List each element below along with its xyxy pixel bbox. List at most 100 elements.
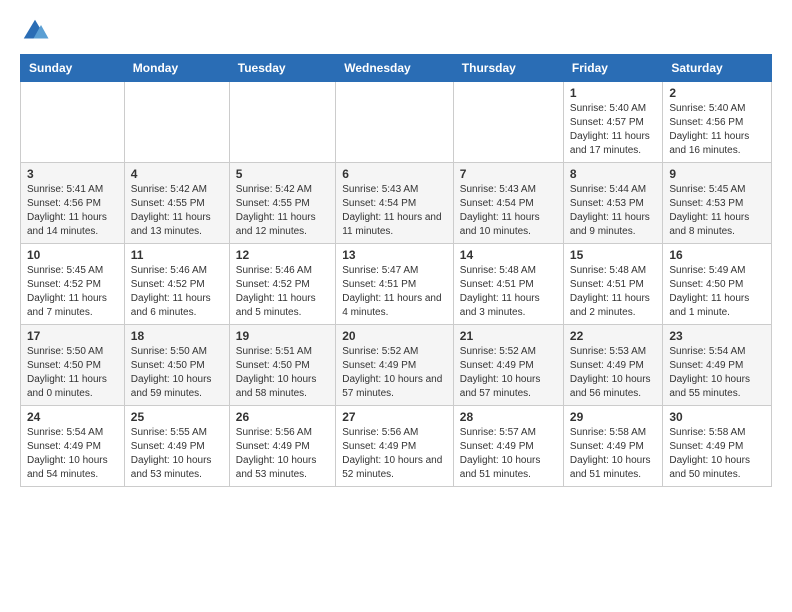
- day-number: 22: [570, 329, 656, 343]
- day-info: Sunrise: 5:45 AM Sunset: 4:52 PM Dayligh…: [27, 264, 118, 320]
- day-info: Sunrise: 5:55 AM Sunset: 4:49 PM Dayligh…: [131, 426, 223, 482]
- day-number: 26: [236, 410, 329, 424]
- day-info: Sunrise: 5:54 AM Sunset: 4:49 PM Dayligh…: [669, 345, 765, 401]
- day-number: 20: [342, 329, 447, 343]
- weekday-header-saturday: Saturday: [663, 55, 772, 82]
- day-info: Sunrise: 5:49 AM Sunset: 4:50 PM Dayligh…: [669, 264, 765, 320]
- day-info: Sunrise: 5:51 AM Sunset: 4:50 PM Dayligh…: [236, 345, 329, 401]
- day-info: Sunrise: 5:42 AM Sunset: 4:55 PM Dayligh…: [236, 183, 329, 239]
- day-info: Sunrise: 5:40 AM Sunset: 4:56 PM Dayligh…: [669, 102, 765, 158]
- day-number: 25: [131, 410, 223, 424]
- day-number: 2: [669, 86, 765, 100]
- calendar-cell: 14Sunrise: 5:48 AM Sunset: 4:51 PM Dayli…: [453, 244, 563, 325]
- day-info: Sunrise: 5:43 AM Sunset: 4:54 PM Dayligh…: [460, 183, 557, 239]
- day-number: 18: [131, 329, 223, 343]
- day-info: Sunrise: 5:54 AM Sunset: 4:49 PM Dayligh…: [27, 426, 118, 482]
- day-info: Sunrise: 5:52 AM Sunset: 4:49 PM Dayligh…: [460, 345, 557, 401]
- day-number: 9: [669, 167, 765, 181]
- calendar-week-row: 1 Sunrise: 5:40 AM Sunset: 4:57 PM Daylig…: [21, 82, 772, 163]
- day-number: 3: [27, 167, 118, 181]
- day-number: 17: [27, 329, 118, 343]
- calendar-cell: 1 Sunrise: 5:40 AM Sunset: 4:57 PM Daylig…: [563, 82, 662, 163]
- calendar-cell: 30 Sunrise: 5:58 AM Sunset: 4:49 PM Dayli…: [663, 406, 772, 487]
- day-info: Sunrise: 5:56 AM Sunset: 4:49 PM Dayligh…: [342, 426, 447, 482]
- day-info: Sunrise: 5:53 AM Sunset: 4:49 PM Dayligh…: [570, 345, 656, 401]
- calendar-cell: 2 Sunrise: 5:40 AM Sunset: 4:56 PM Daylig…: [663, 82, 772, 163]
- day-number: 19: [236, 329, 329, 343]
- logo-icon: [20, 16, 50, 46]
- day-info: Sunrise: 5:52 AM Sunset: 4:49 PM Dayligh…: [342, 345, 447, 401]
- calendar-cell: 10 Sunrise: 5:45 AM Sunset: 4:52 PM Dayli…: [21, 244, 125, 325]
- calendar-week-row: 3 Sunrise: 5:41 AM Sunset: 4:56 PM Daylig…: [21, 163, 772, 244]
- day-number: 12: [236, 248, 329, 262]
- calendar-cell: [453, 82, 563, 163]
- calendar-cell: 12 Sunrise: 5:46 AM Sunset: 4:52 PM Dayli…: [229, 244, 335, 325]
- day-number: 28: [460, 410, 557, 424]
- day-info: Sunrise: 5:48 AM Sunset: 4:51 PM Dayligh…: [570, 264, 656, 320]
- day-info: Sunrise: 5:46 AM Sunset: 4:52 PM Dayligh…: [236, 264, 329, 320]
- calendar-week-row: 17 Sunrise: 5:50 AM Sunset: 4:50 PM Dayli…: [21, 325, 772, 406]
- calendar-cell: [21, 82, 125, 163]
- calendar-cell: 24Sunrise: 5:54 AM Sunset: 4:49 PM Dayli…: [21, 406, 125, 487]
- calendar-cell: [124, 82, 229, 163]
- calendar-cell: 18 Sunrise: 5:50 AM Sunset: 4:50 PM Dayli…: [124, 325, 229, 406]
- day-info: Sunrise: 5:47 AM Sunset: 4:51 PM Dayligh…: [342, 264, 447, 320]
- calendar-cell: [336, 82, 454, 163]
- calendar-cell: 7 Sunrise: 5:43 AM Sunset: 4:54 PM Daylig…: [453, 163, 563, 244]
- day-info: Sunrise: 5:56 AM Sunset: 4:49 PM Dayligh…: [236, 426, 329, 482]
- day-info: Sunrise: 5:44 AM Sunset: 4:53 PM Dayligh…: [570, 183, 656, 239]
- calendar-cell: 6 Sunrise: 5:43 AM Sunset: 4:54 PM Daylig…: [336, 163, 454, 244]
- calendar-cell: [229, 82, 335, 163]
- day-number: 4: [131, 167, 223, 181]
- day-number: 6: [342, 167, 447, 181]
- calendar-cell: 28 Sunrise: 5:57 AM Sunset: 4:49 PM Dayli…: [453, 406, 563, 487]
- day-info: Sunrise: 5:50 AM Sunset: 4:50 PM Dayligh…: [131, 345, 223, 401]
- day-number: 10: [27, 248, 118, 262]
- day-info: Sunrise: 5:41 AM Sunset: 4:56 PM Dayligh…: [27, 183, 118, 239]
- calendar-cell: 11Sunrise: 5:46 AM Sunset: 4:52 PM Dayli…: [124, 244, 229, 325]
- calendar-cell: 29 Sunrise: 5:58 AM Sunset: 4:49 PM Dayli…: [563, 406, 662, 487]
- calendar-cell: 23 Sunrise: 5:54 AM Sunset: 4:49 PM Dayli…: [663, 325, 772, 406]
- calendar-cell: 20 Sunrise: 5:52 AM Sunset: 4:49 PM Dayli…: [336, 325, 454, 406]
- weekday-header-thursday: Thursday: [453, 55, 563, 82]
- calendar-cell: 9 Sunrise: 5:45 AM Sunset: 4:53 PM Daylig…: [663, 163, 772, 244]
- calendar-cell: 21Sunrise: 5:52 AM Sunset: 4:49 PM Dayli…: [453, 325, 563, 406]
- weekday-header-tuesday: Tuesday: [229, 55, 335, 82]
- calendar-cell: 4 Sunrise: 5:42 AM Sunset: 4:55 PM Daylig…: [124, 163, 229, 244]
- weekday-header-friday: Friday: [563, 55, 662, 82]
- day-info: Sunrise: 5:58 AM Sunset: 4:49 PM Dayligh…: [669, 426, 765, 482]
- day-info: Sunrise: 5:58 AM Sunset: 4:49 PM Dayligh…: [570, 426, 656, 482]
- day-info: Sunrise: 5:40 AM Sunset: 4:57 PM Dayligh…: [570, 102, 656, 158]
- day-number: 13: [342, 248, 447, 262]
- weekday-header-wednesday: Wednesday: [336, 55, 454, 82]
- day-number: 30: [669, 410, 765, 424]
- day-info: Sunrise: 5:50 AM Sunset: 4:50 PM Dayligh…: [27, 345, 118, 401]
- calendar-week-row: 24Sunrise: 5:54 AM Sunset: 4:49 PM Dayli…: [21, 406, 772, 487]
- calendar-cell: 3 Sunrise: 5:41 AM Sunset: 4:56 PM Daylig…: [21, 163, 125, 244]
- calendar-cell: 5 Sunrise: 5:42 AM Sunset: 4:55 PM Daylig…: [229, 163, 335, 244]
- weekday-header-row: SundayMondayTuesdayWednesdayThursdayFrid…: [21, 55, 772, 82]
- calendar-cell: 13 Sunrise: 5:47 AM Sunset: 4:51 PM Dayli…: [336, 244, 454, 325]
- calendar-cell: 25 Sunrise: 5:55 AM Sunset: 4:49 PM Dayli…: [124, 406, 229, 487]
- day-number: 7: [460, 167, 557, 181]
- calendar-cell: 27 Sunrise: 5:56 AM Sunset: 4:49 PM Dayli…: [336, 406, 454, 487]
- day-number: 11: [131, 248, 223, 262]
- calendar-cell: 15 Sunrise: 5:48 AM Sunset: 4:51 PM Dayli…: [563, 244, 662, 325]
- calendar-cell: 22 Sunrise: 5:53 AM Sunset: 4:49 PM Dayli…: [563, 325, 662, 406]
- day-number: 27: [342, 410, 447, 424]
- calendar-cell: 8Sunrise: 5:44 AM Sunset: 4:53 PM Daylig…: [563, 163, 662, 244]
- day-number: 15: [570, 248, 656, 262]
- day-number: 23: [669, 329, 765, 343]
- logo: [20, 16, 54, 46]
- day-number: 1: [570, 86, 656, 100]
- weekday-header-sunday: Sunday: [21, 55, 125, 82]
- day-info: Sunrise: 5:43 AM Sunset: 4:54 PM Dayligh…: [342, 183, 447, 239]
- day-number: 5: [236, 167, 329, 181]
- day-info: Sunrise: 5:42 AM Sunset: 4:55 PM Dayligh…: [131, 183, 223, 239]
- day-number: 16: [669, 248, 765, 262]
- day-number: 29: [570, 410, 656, 424]
- day-info: Sunrise: 5:57 AM Sunset: 4:49 PM Dayligh…: [460, 426, 557, 482]
- calendar-cell: 17 Sunrise: 5:50 AM Sunset: 4:50 PM Dayli…: [21, 325, 125, 406]
- day-info: Sunrise: 5:45 AM Sunset: 4:53 PM Dayligh…: [669, 183, 765, 239]
- calendar-table: SundayMondayTuesdayWednesdayThursdayFrid…: [20, 54, 772, 487]
